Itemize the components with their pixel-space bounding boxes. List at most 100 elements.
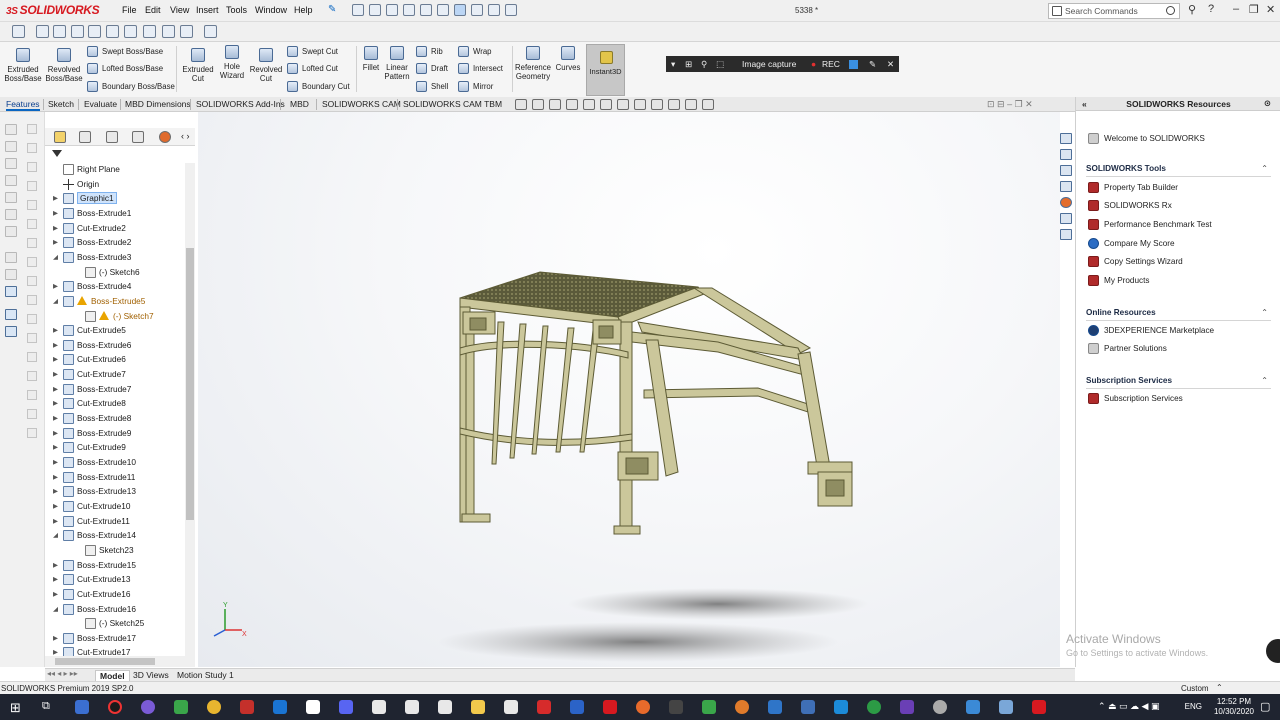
tree-node[interactable]: ▶ Cut-Extrude10 [45, 500, 185, 514]
tool-link-copy-settings[interactable]: Copy Settings Wizard [1088, 256, 1183, 267]
revolved-cut-button[interactable]: Revolved Cut [248, 48, 284, 83]
strip-tool-icon[interactable] [5, 192, 17, 203]
new-document-icon[interactable] [369, 4, 381, 16]
region-capture-icon[interactable]: ⬚ [716, 59, 724, 70]
part-icon-6[interactable] [124, 25, 137, 38]
menu-file[interactable]: File [122, 5, 137, 15]
taskbar-app-icon[interactable] [801, 700, 815, 714]
tree-node[interactable]: Sketch23 [45, 544, 185, 558]
menu-tools[interactable]: Tools [226, 5, 247, 15]
file-explorer-icon[interactable] [1060, 165, 1072, 176]
expand-arrow-icon[interactable]: ▶ [53, 502, 58, 510]
collapse-arrow-icon[interactable]: ◢ [53, 531, 58, 539]
tree-node[interactable]: ▶ Boss-Extrude8 [45, 412, 185, 426]
search-icon[interactable] [1166, 6, 1175, 15]
tab-sketch[interactable]: Sketch [48, 99, 74, 109]
tool-link-property-tab-builder[interactable]: Property Tab Builder [1088, 182, 1178, 193]
view-palette-icon[interactable] [1060, 181, 1072, 192]
rebuild-icon[interactable] [471, 4, 483, 16]
tree-node[interactable]: ◢ Boss-Extrude14 [45, 529, 185, 543]
strip-tool-icon[interactable] [27, 124, 37, 134]
expand-arrow-icon[interactable]: ▶ [53, 648, 58, 656]
expand-arrow-icon[interactable]: ▶ [53, 326, 58, 334]
configuration-manager-tab-icon[interactable] [106, 131, 118, 143]
window-capture-icon[interactable]: ⊞ [685, 59, 692, 70]
scrollbar-thumb[interactable] [186, 248, 194, 520]
taskbar-app-icon[interactable] [438, 700, 452, 714]
curves-button[interactable]: Curves [554, 46, 582, 72]
tab-mbd-dimensions[interactable]: MBD Dimensions [125, 99, 191, 109]
clock[interactable]: 12:52 PM 10/30/2020 [1214, 697, 1254, 717]
tree-node[interactable]: ▶ Cut-Extrude7 [45, 368, 185, 382]
taskbar-app-icon[interactable] [867, 700, 881, 714]
chevron-up-icon[interactable]: ⌃ [1216, 683, 1223, 692]
fillet-button[interactable]: Fillet [360, 46, 382, 72]
strip-tool-icon[interactable] [27, 200, 37, 210]
tool-link-my-products[interactable]: My Products [1088, 275, 1150, 286]
part-icon-4[interactable] [88, 25, 101, 38]
strip-tool-icon[interactable] [27, 390, 37, 400]
expand-arrow-icon[interactable]: ▶ [53, 634, 58, 642]
view-orientation-icon[interactable] [600, 99, 612, 110]
swept-cut-button[interactable]: Swept Cut [287, 46, 338, 57]
rib-button[interactable]: Rib [416, 46, 443, 57]
boundary-cut-button[interactable]: Boundary Cut [287, 81, 350, 92]
strip-tool-icon[interactable] [27, 143, 37, 153]
expand-arrow-icon[interactable]: ▶ [53, 399, 58, 407]
taskbar-app-icon[interactable] [405, 700, 419, 714]
chevron-up-icon[interactable]: ⌃ [1261, 164, 1268, 173]
expand-arrow-icon[interactable]: ▶ [53, 238, 58, 246]
strip-tool-icon[interactable] [27, 219, 37, 229]
expand-arrow-icon[interactable]: ▶ [53, 282, 58, 290]
expand-arrow-icon[interactable]: ▶ [53, 194, 58, 202]
apply-scene-icon[interactable] [668, 99, 680, 110]
windows-start-icon[interactable]: ⊞ [10, 700, 21, 716]
tree-node[interactable]: ▶ Boss-Extrude17 [45, 632, 185, 646]
tab-scroll-arrows[interactable]: ◂◂ ◂ ▸ ▸▸ [47, 669, 78, 678]
taskbar-app-icon[interactable] [504, 700, 518, 714]
tree-node[interactable]: ▶ Cut-Extrude13 [45, 573, 185, 587]
graphics-area[interactable]: Y X [198, 112, 1060, 667]
expand-arrow-icon[interactable]: ▶ [53, 590, 58, 598]
solidworks-taskbar-icon[interactable] [603, 700, 617, 714]
menu-edit[interactable]: Edit [145, 5, 161, 15]
tree-node[interactable]: ◢ Boss-Extrude5 [45, 295, 185, 309]
taskbar-app-icon[interactable] [537, 700, 551, 714]
taskbar-app-icon[interactable] [999, 700, 1013, 714]
tree-node[interactable]: ▶ Cut-Extrude9 [45, 441, 185, 455]
forum-icon[interactable] [1060, 229, 1072, 240]
extruded-boss-button[interactable]: Extruded Boss/Base [4, 48, 42, 83]
strip-tool-icon[interactable] [27, 295, 37, 305]
edit-icon[interactable] [204, 25, 217, 38]
solidworks-logo[interactable]: 3S SOLIDWORKS [6, 3, 100, 17]
home-icon[interactable] [352, 4, 364, 16]
chrome-icon[interactable] [207, 700, 221, 714]
feature-manager-tab-icon[interactable] [54, 131, 66, 143]
tool-link-compare-score[interactable]: Compare My Score [1088, 238, 1175, 249]
tree-node[interactable]: Origin [45, 178, 185, 192]
tree-node[interactable]: ▶ Boss-Extrude15 [45, 559, 185, 573]
tree-node[interactable]: ▶ Cut-Extrude16 [45, 588, 185, 602]
stop-icon[interactable] [849, 60, 858, 69]
strip-tool-icon[interactable] [5, 286, 17, 297]
file-properties-icon[interactable] [488, 4, 500, 16]
custom-properties-icon[interactable] [1060, 213, 1072, 224]
cage-model[interactable] [459, 271, 853, 535]
tool-link-solidworks-rx[interactable]: SOLIDWORKS Rx [1088, 200, 1172, 211]
options-gear-icon[interactable] [505, 4, 517, 16]
draft-button[interactable]: Draft [416, 63, 448, 74]
expand-arrow-icon[interactable]: ▶ [53, 341, 58, 349]
user-icon[interactable]: ⚲ [1188, 3, 1196, 16]
subscription-link[interactable]: Subscription Services [1088, 393, 1183, 404]
settings-gear-icon[interactable] [933, 700, 947, 714]
tree-node[interactable]: ▶ Boss-Extrude1 [45, 207, 185, 221]
appearances-icon[interactable] [1060, 197, 1072, 208]
strip-tool-icon[interactable] [5, 226, 17, 237]
taskbar-app-icon[interactable] [966, 700, 980, 714]
rec-button[interactable]: REC [822, 59, 840, 69]
taskbar-app-icon[interactable] [570, 700, 584, 714]
part-icon-5[interactable] [106, 25, 119, 38]
tree-node[interactable]: ▶ Cut-Extrude2 [45, 222, 185, 236]
tab-overflow-icon[interactable]: ‹ › [181, 131, 190, 141]
taskbar-app-icon[interactable] [75, 700, 89, 714]
